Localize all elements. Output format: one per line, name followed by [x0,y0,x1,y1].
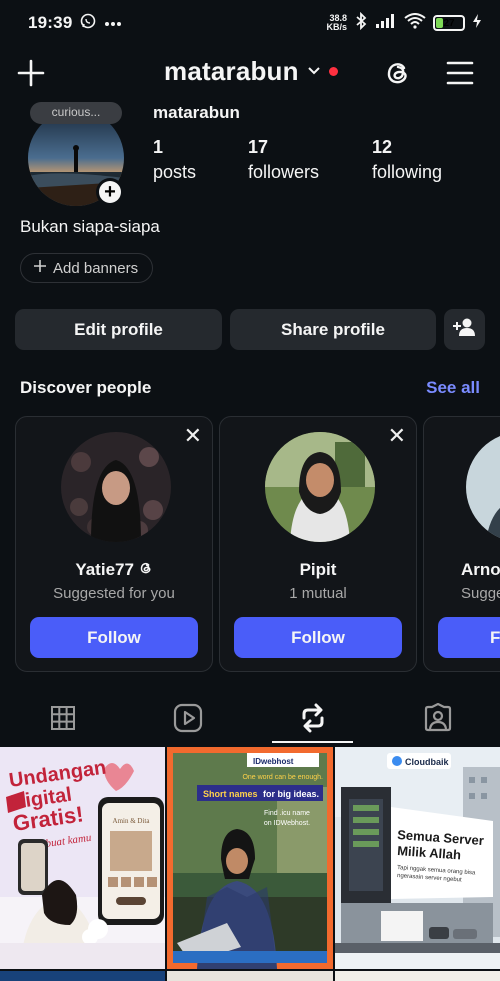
battery-fill [436,18,443,28]
status-right: 38.8 KB/s 27 [326,11,482,35]
status-left: 19:39 [28,13,122,34]
bluetooth-icon [354,11,368,35]
plus-icon [33,259,47,277]
close-icon[interactable]: ✕ [388,425,406,447]
profile-display-name: matarabun [153,103,240,122]
suggestion-name-text[interactable]: Yatie77 [75,560,134,579]
reels-play-icon[interactable] [173,703,203,733]
suggestion-reason: Sugge [461,585,500,602]
share-profile-button[interactable]: Share profile [230,309,436,350]
tab-grid[interactable] [0,690,125,746]
stat-followers[interactable]: 17 followers [248,137,319,183]
suggestion-name[interactable]: Pipit [220,560,416,580]
account-switcher[interactable]: matarabun [164,56,338,87]
post2-brand: IDwebhost [253,757,294,766]
posts-grid: Undangan Digital Gratis! buat kamu Amin … [0,747,500,981]
stat-following[interactable]: 12 following [372,137,442,183]
battery-indicator: 27 [433,15,465,31]
more-dots-icon [104,14,122,32]
post2-tagline: One word can be enough. [242,774,323,781]
post1-card-title: Amin & Dita [113,817,151,825]
grid-icon[interactable] [50,705,76,731]
suggestion-avatar[interactable] [61,432,171,542]
note-bubble[interactable]: curious... [30,102,122,124]
wifi-icon [404,12,426,34]
add-banners-button[interactable]: Add banners [20,253,154,283]
header-username[interactable]: matarabun [164,56,299,87]
menu-hamburger-icon[interactable] [445,58,475,88]
threads-badge-icon [139,560,153,579]
follow-button[interactable]: Follow [30,617,198,658]
repost-icon[interactable] [298,703,328,733]
suggestion-reason: 1 mutual [289,585,347,602]
suggestion-avatar[interactable] [265,432,375,542]
add-story-plus-icon[interactable]: + [99,181,121,203]
post-thumbnail[interactable] [0,971,165,981]
tab-reposts[interactable] [250,690,375,746]
status-bar: 19:39 38.8 KB/s 27 [0,0,500,46]
discover-people-title: Discover people [20,378,152,397]
stat-posts-label: posts [153,162,197,182]
chevron-down-icon[interactable] [307,63,321,81]
suggestion-reason: Suggested for you [53,585,175,602]
stat-following-label: following [372,162,443,182]
charging-icon [472,13,482,34]
battery-level: 27 [443,17,455,29]
create-plus-icon[interactable] [16,58,46,88]
edit-profile-button[interactable]: Edit profile [15,309,222,350]
suggestion-card[interactable]: Arno Sugge F [423,416,500,672]
post2-headline-b: for big ideas. [263,789,319,799]
suggestion-card[interactable]: ✕ Pipit 1 mutual Follow [219,416,417,672]
post-thumbnail[interactable] [167,971,333,981]
post-thumbnail[interactable]: IDwebhost One word can be enough. Short … [167,747,333,969]
stat-followers-value: 17 [248,137,269,157]
post-thumbnail[interactable]: Undangan Digital Gratis! buat kamu Amin … [0,747,165,969]
see-all-link[interactable]: See all [426,378,480,398]
tab-reels[interactable] [125,690,250,746]
follow-button[interactable]: F [438,617,500,658]
threads-icon[interactable] [383,58,413,88]
net-speed: 38.8 KB/s [326,14,347,32]
add-person-icon[interactable] [452,317,477,342]
stat-posts-value: 1 [153,137,164,157]
add-banners-label: Add banners [53,259,139,277]
stat-posts[interactable]: 1 posts [153,137,196,183]
post2-headline-a: Short names [203,789,258,799]
tab-tagged[interactable] [375,690,500,746]
close-icon[interactable]: ✕ [184,425,202,447]
discover-people-button[interactable] [444,309,485,350]
suggestion-avatar[interactable] [466,432,500,542]
whatsapp-icon [80,13,96,34]
post-thumbnail[interactable]: Cloudbaik Semua Server Milik Allah Tapi … [335,747,500,969]
suggestion-card[interactable]: ✕ Yatie77 Suggested for you Follow [15,416,213,672]
post2-find-line1: Find .icu name [264,810,310,817]
post3-brand: Cloudbaik [405,757,449,767]
status-time: 19:39 [28,13,73,32]
suggestion-name[interactable]: Arno [461,560,500,580]
follow-button[interactable]: Follow [234,617,402,658]
stat-following-value: 12 [372,137,393,157]
profile-tabs [0,690,500,746]
top-app-bar: matarabun [0,50,500,96]
signal-icon [375,13,397,34]
suggestion-name[interactable]: Yatie77 [16,560,212,580]
post-thumbnail[interactable] [335,971,500,981]
profile-bio: Bukan siapa-siapa [20,217,160,236]
tagged-person-icon[interactable] [423,703,453,733]
add-story-button[interactable]: + [96,178,124,206]
stat-followers-label: followers [248,162,320,182]
notification-dot [328,67,338,76]
active-tab-indicator [272,741,353,743]
net-speed-unit: KB/s [326,22,347,32]
post2-find-line2: on IDWebhost. [264,820,310,827]
